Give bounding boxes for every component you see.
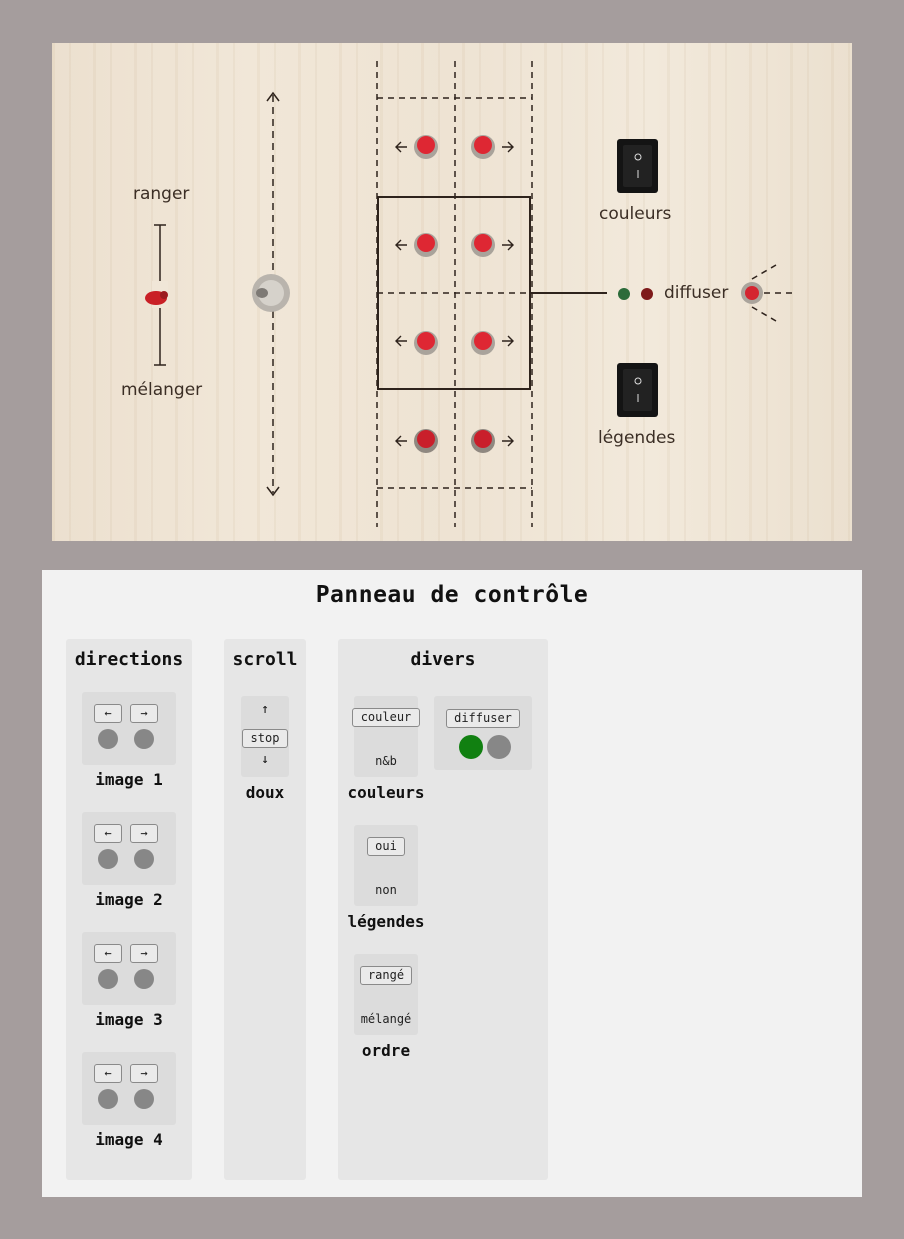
directions-column: directions ← → image 1 ← → image 2 ← → i… xyxy=(66,639,192,1180)
melanger-label: mélanger xyxy=(121,380,203,400)
image-4-right-led xyxy=(134,1089,154,1109)
scroll-up-arrow-icon[interactable]: ↑ xyxy=(241,702,289,717)
couleurs-label: couleurs xyxy=(599,204,672,224)
image-2-left-led xyxy=(98,849,118,869)
legendes-label: légendes xyxy=(598,428,676,448)
panel-title: Panneau de contrôle xyxy=(315,582,589,608)
image-4-left-led xyxy=(98,1089,118,1109)
legendes-on-button[interactable]: oui xyxy=(367,837,405,856)
image-4-left-button[interactable]: ← xyxy=(94,1064,122,1083)
scroll-column: scroll ↑ stop ↓ doux xyxy=(224,639,306,1180)
panel-engraving xyxy=(145,61,792,527)
ordre-off-label: mélangé xyxy=(360,1012,412,1026)
scroll-stop-button[interactable]: stop xyxy=(242,729,288,748)
image-1-controls: ← → xyxy=(82,692,176,765)
image-2-right-led xyxy=(134,849,154,869)
directions-title: directions xyxy=(74,649,184,670)
scroll-title: scroll xyxy=(232,649,298,670)
diffuser-label: diffuser xyxy=(664,283,729,303)
diffuser-led-off xyxy=(487,735,511,759)
ordre-caption: ordre xyxy=(361,1041,411,1060)
image-2-left-button[interactable]: ← xyxy=(94,824,122,843)
diffuser-controls: diffuser xyxy=(434,696,532,770)
diffuser-led-on xyxy=(459,735,483,759)
couleurs-off-label: n&b xyxy=(375,754,397,768)
image-4-right-button[interactable]: → xyxy=(130,1064,158,1083)
legendes-toggle: oui non xyxy=(354,825,418,906)
image-4-controls: ← → xyxy=(82,1052,176,1125)
diffuser-button[interactable]: diffuser xyxy=(446,709,520,728)
image-4-caption: image 4 xyxy=(95,1130,163,1149)
image-3-left-button[interactable]: ← xyxy=(94,944,122,963)
scroll-controls: ↑ stop ↓ xyxy=(241,696,289,777)
control-panel: Panneau de contrôle directions ← → image… xyxy=(42,570,862,1197)
image-1-left-led xyxy=(98,729,118,749)
image-3-right-led xyxy=(134,969,154,989)
image-1-caption: image 1 xyxy=(95,770,163,789)
legendes-caption: légendes xyxy=(347,912,425,931)
image-1-right-led xyxy=(134,729,154,749)
ordre-toggle: rangé mélangé xyxy=(354,954,418,1035)
image-3-controls: ← → xyxy=(82,932,176,1005)
divers-column: divers couleur n&b couleurs diffuser oui… xyxy=(338,639,548,1180)
image-3-left-led xyxy=(98,969,118,989)
divers-title: divers xyxy=(410,649,476,670)
ordre-on-button[interactable]: rangé xyxy=(360,966,412,985)
scroll-down-arrow-icon[interactable]: ↓ xyxy=(241,752,289,767)
image-3-right-button[interactable]: → xyxy=(130,944,158,963)
image-1-left-button[interactable]: ← xyxy=(94,704,122,723)
image-2-right-button[interactable]: → xyxy=(130,824,158,843)
couleurs-caption: couleurs xyxy=(347,783,425,802)
image-1-right-button[interactable]: → xyxy=(130,704,158,723)
image-3-caption: image 3 xyxy=(95,1010,163,1029)
couleurs-toggle: couleur n&b xyxy=(352,696,420,777)
panel-photo: ranger mélanger couleurs diffuser légend… xyxy=(52,43,852,541)
image-2-controls: ← → xyxy=(82,812,176,885)
ranger-label: ranger xyxy=(133,184,190,204)
legendes-off-label: non xyxy=(375,883,397,897)
image-2-caption: image 2 xyxy=(95,890,163,909)
couleurs-on-button[interactable]: couleur xyxy=(352,708,420,727)
scroll-caption: doux xyxy=(245,783,285,802)
